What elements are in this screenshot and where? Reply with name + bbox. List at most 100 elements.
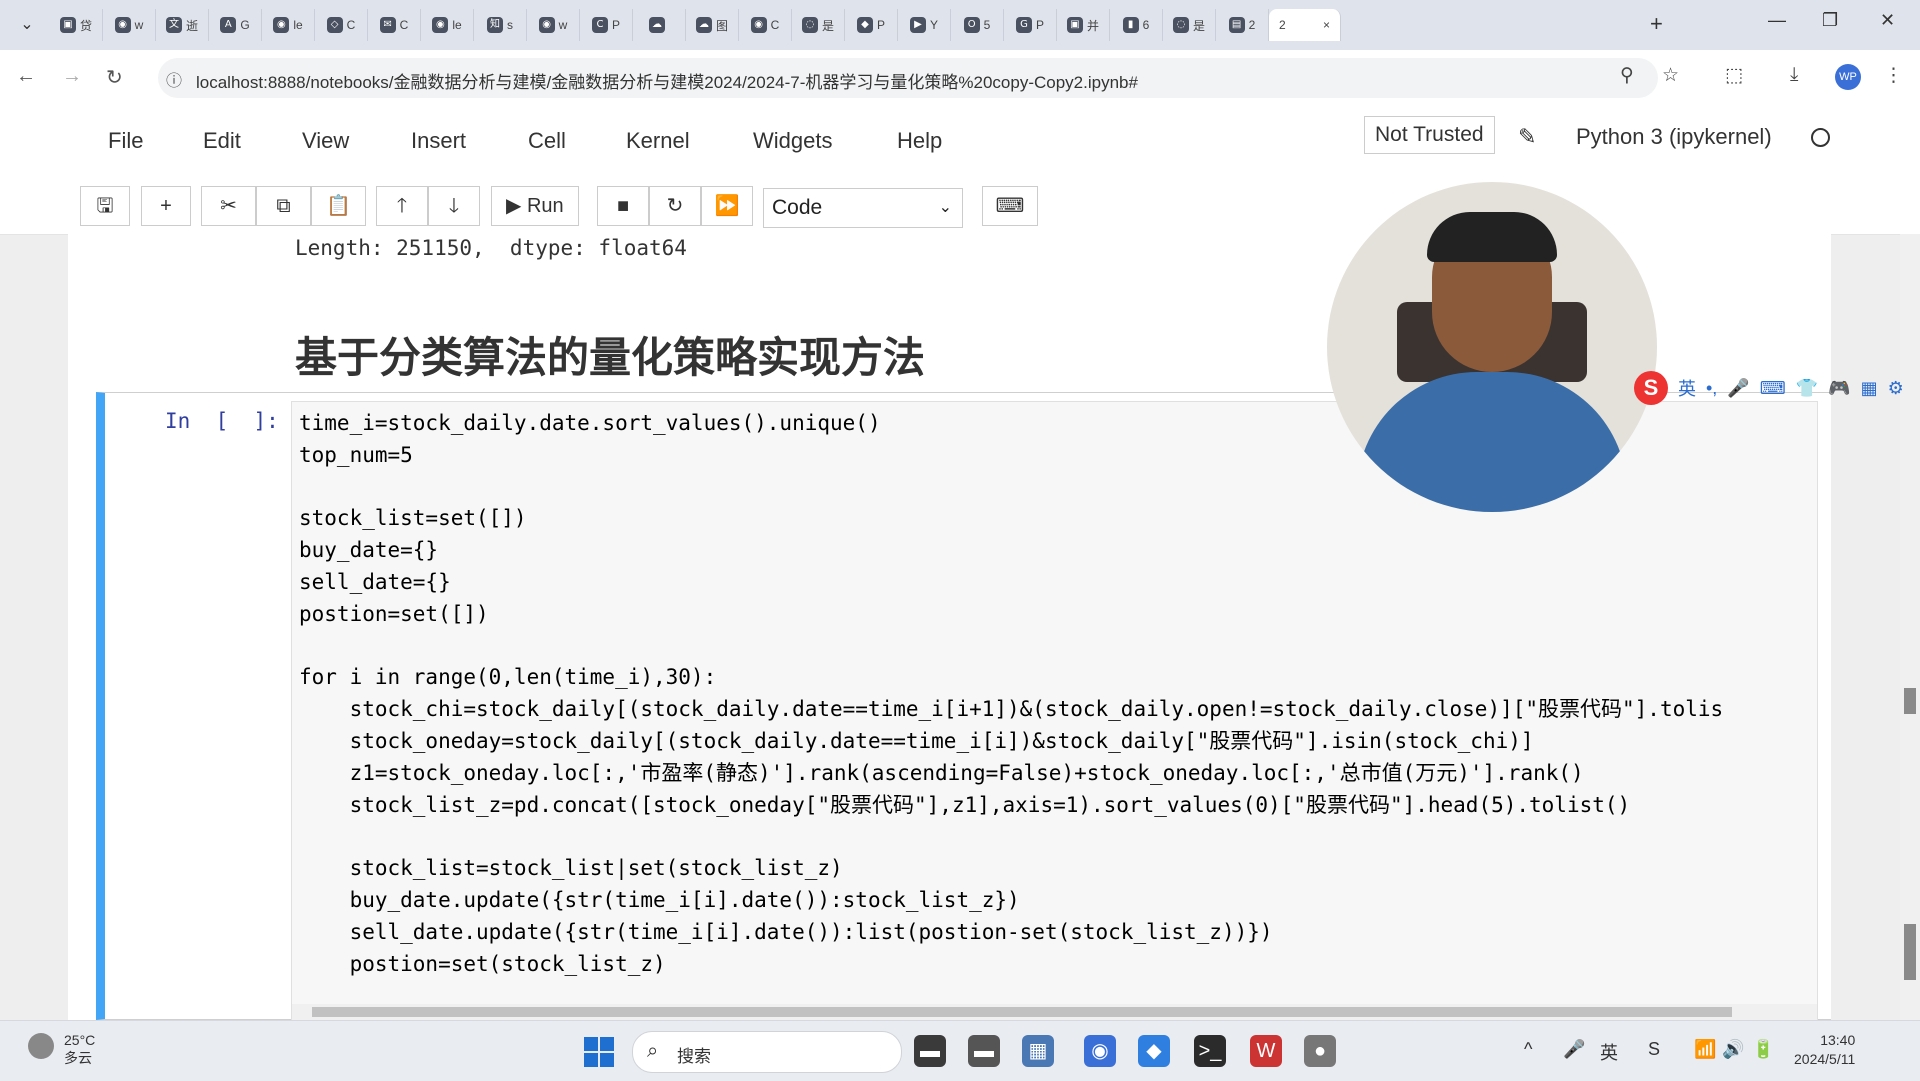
browser-tab[interactable]: ☁ 图 (686, 9, 739, 41)
horizontal-scrollbar[interactable] (292, 1004, 1817, 1020)
browser-menu-icon[interactable]: ⋮ (1884, 64, 1903, 87)
browser-tab[interactable]: ☁ (633, 9, 686, 41)
markdown-heading[interactable]: 基于分类算法的量化策略实现方法 (295, 324, 925, 385)
site-info-icon[interactable]: ⓘ (166, 67, 182, 91)
menu-file[interactable]: File (108, 128, 143, 154)
insert-cell-button[interactable]: + (141, 186, 191, 226)
new-tab-button[interactable]: + (1650, 12, 1663, 36)
ime-punctuation-icon[interactable]: •, (1706, 378, 1717, 399)
browser-tab[interactable]: ▮ 6 (1110, 9, 1163, 41)
ime-skin-icon[interactable]: 👕 (1796, 378, 1818, 399)
zoom-icon[interactable]: ⚲ (1620, 64, 1634, 87)
scrollbar-thumb[interactable] (1904, 688, 1916, 714)
reload-button[interactable]: ↻ (106, 65, 123, 90)
start-button[interactable] (584, 1037, 614, 1067)
move-down-button[interactable]: 🡓 (428, 186, 480, 226)
browser-tab[interactable]: CP (580, 9, 633, 41)
photos-icon[interactable]: ▦ (1022, 1035, 1054, 1067)
edit-pencil-icon[interactable]: ✎ (1518, 124, 1536, 150)
browser-tab[interactable]: 文逝 (156, 9, 209, 41)
menu-widgets[interactable]: Widgets (753, 128, 832, 154)
extensions-icon[interactable]: ⬚ (1725, 64, 1743, 87)
ime-mic-icon[interactable]: 🎤 (1727, 378, 1749, 399)
folder-icon[interactable]: ▬ (968, 1035, 1000, 1067)
browser-tab[interactable]: ◌ 是 (1163, 9, 1216, 41)
browser-tab[interactable]: ✉ C (368, 9, 421, 41)
tab-title: P (611, 18, 620, 32)
cut-button[interactable]: ✂ (201, 186, 256, 226)
tray-expand-icon[interactable]: ^ (1524, 1039, 1532, 1060)
app-blue-icon[interactable]: ◆ (1138, 1035, 1170, 1067)
sogou-logo-icon[interactable]: S (1634, 371, 1668, 405)
tab-search-chevron-icon[interactable]: ⌄ (14, 12, 40, 38)
ime-game-icon[interactable]: 🎮 (1828, 378, 1850, 399)
address-bar[interactable]: ⓘ localhost:8888/notebooks/金融数据分析与建模/金融数… (158, 58, 1658, 98)
browser-tab[interactable]: ▶ Y (898, 9, 951, 41)
back-button[interactable]: ← (16, 65, 36, 88)
download-icon[interactable]: ⤓ (1790, 64, 1798, 86)
weather-temp: 25°C (64, 1032, 96, 1048)
tray-ime-icon[interactable]: 英 (1600, 1039, 1618, 1065)
browser-tab-active[interactable]: 2 × (1269, 9, 1341, 41)
restart-run-all-button[interactable]: ⏩ (701, 186, 753, 226)
browser-tab[interactable]: ▣ 并 (1057, 9, 1110, 41)
bookmark-star-icon[interactable]: ☆ (1662, 64, 1679, 87)
app-gray-icon[interactable]: ● (1304, 1035, 1336, 1067)
volume-icon[interactable]: 🔊 (1722, 1039, 1744, 1060)
browser-tab[interactable]: O5 (951, 9, 1004, 41)
restore-button[interactable]: ❐ (1822, 10, 1838, 31)
browser-tab[interactable]: ◆ P (845, 9, 898, 41)
trusted-indicator[interactable]: Not Trusted (1364, 116, 1495, 154)
interrupt-button[interactable]: ■ (597, 186, 649, 226)
scrollbar-thumb-secondary[interactable] (1904, 924, 1916, 980)
cell-type-select[interactable]: Code ⌄ (763, 188, 963, 228)
browser-tab[interactable]: ▣ 贷 (50, 9, 103, 41)
battery-icon[interactable]: 🔋 (1752, 1039, 1774, 1060)
vertical-scrollbar[interactable] (1900, 234, 1920, 1020)
system-clock[interactable]: 13:40 2024/5/11 (1794, 1031, 1855, 1069)
ime-keyboard-icon[interactable]: ⌨ (1760, 378, 1786, 399)
wps-icon[interactable]: W (1250, 1035, 1282, 1067)
copy-button[interactable]: ⧉ (256, 186, 311, 226)
menu-view[interactable]: View (302, 128, 349, 154)
browser-tab[interactable]: ◉ le (262, 9, 315, 41)
paste-button[interactable]: 📋 (311, 186, 366, 226)
browser-tab[interactable]: ◌ 是 (792, 9, 845, 41)
browser-tab[interactable]: ▤ 2 (1216, 9, 1269, 41)
url-text[interactable]: localhost:8888/notebooks/金融数据分析与建模/金融数据分… (196, 68, 1138, 93)
chrome-icon[interactable]: ◉ (1084, 1035, 1116, 1067)
menu-kernel[interactable]: Kernel (626, 128, 690, 154)
close-tab-icon[interactable]: × (1323, 18, 1330, 32)
move-up-button[interactable]: 🡑 (376, 186, 428, 226)
forward-button[interactable]: → (62, 65, 82, 88)
browser-tab[interactable]: ◉ w (527, 9, 580, 41)
menu-help[interactable]: Help (897, 128, 942, 154)
tray-mic-icon[interactable]: 🎤 (1563, 1039, 1585, 1060)
file-explorer-icon[interactable]: ▬ (914, 1035, 946, 1067)
minimize-button[interactable]: — (1768, 10, 1786, 31)
tray-sogou-icon[interactable]: S (1648, 1039, 1660, 1060)
terminal-icon[interactable]: >_ (1194, 1035, 1226, 1067)
save-button[interactable]: 🖫 (80, 186, 130, 226)
command-palette-button[interactable]: ⌨ (982, 186, 1038, 226)
ime-toolbox-icon[interactable]: ▦ (1861, 378, 1878, 399)
browser-tab[interactable]: GP (1004, 9, 1057, 41)
taskbar-search[interactable]: ⌕ 搜索 (632, 1031, 902, 1073)
run-button[interactable]: ▶ Run (491, 186, 579, 226)
browser-tab[interactable]: ◉ C (739, 9, 792, 41)
ime-language[interactable]: 英 (1678, 375, 1696, 401)
close-window-button[interactable]: ✕ (1880, 10, 1895, 31)
menu-edit[interactable]: Edit (203, 128, 241, 154)
menu-insert[interactable]: Insert (411, 128, 466, 154)
restart-button[interactable]: ↻ (649, 186, 701, 226)
browser-tab[interactable]: ◉ w (103, 9, 156, 41)
profile-avatar[interactable]: WP (1835, 64, 1861, 90)
browser-tab[interactable]: ◇ C (315, 9, 368, 41)
browser-tab[interactable]: AG (209, 9, 262, 41)
scrollbar-thumb[interactable] (312, 1007, 1732, 1017)
menu-cell[interactable]: Cell (528, 128, 566, 154)
wifi-icon[interactable]: 📶 (1694, 1039, 1716, 1060)
ime-settings-icon[interactable]: ⚙ (1888, 378, 1904, 399)
browser-tab[interactable]: ◉ le (421, 9, 474, 41)
browser-tab[interactable]: 知s (474, 9, 527, 41)
